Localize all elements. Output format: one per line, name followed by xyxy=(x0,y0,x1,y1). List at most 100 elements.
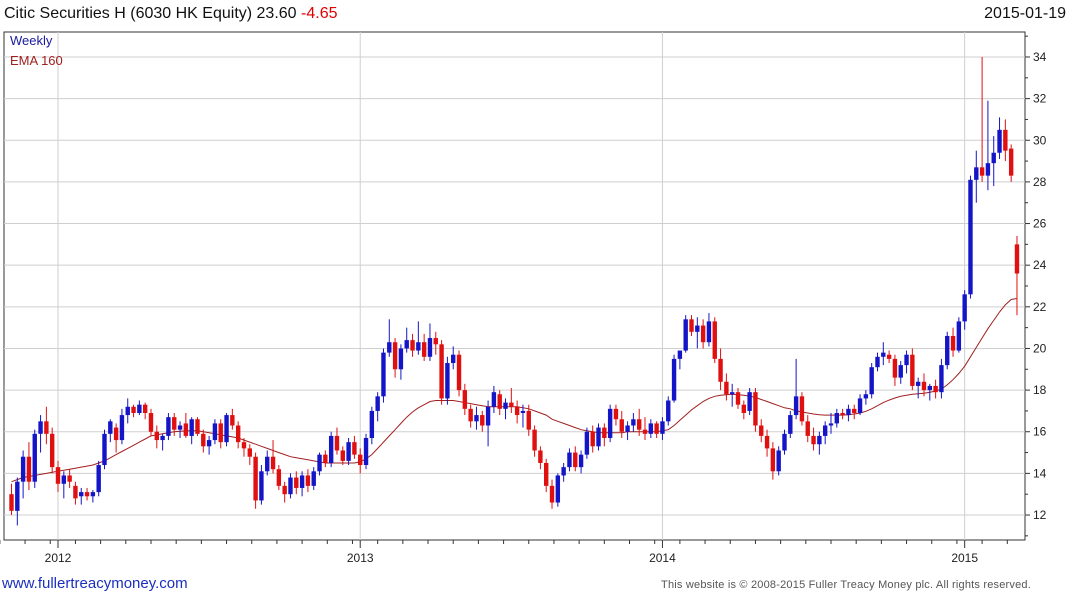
candle-body xyxy=(177,425,183,430)
candle-up xyxy=(968,175,973,299)
candle-body xyxy=(410,340,415,351)
candle-body xyxy=(154,431,159,441)
candle-body xyxy=(416,342,421,351)
candle-body xyxy=(96,465,101,493)
y-tick-label: 12 xyxy=(1033,508,1047,522)
candle-up xyxy=(363,433,369,470)
candle-body xyxy=(753,392,758,426)
y-tick-label: 24 xyxy=(1033,258,1047,272)
candle-body xyxy=(840,413,845,416)
candle-body xyxy=(1003,129,1008,151)
candle-body xyxy=(805,421,810,436)
candle-body xyxy=(869,367,874,395)
candle-body xyxy=(927,385,932,391)
candle-body xyxy=(997,129,1002,153)
candle-body xyxy=(160,435,165,441)
y-tick-label: 34 xyxy=(1033,50,1047,64)
candle-body xyxy=(747,392,752,411)
candle-body xyxy=(706,321,712,343)
candle-body xyxy=(270,456,276,470)
candle-body xyxy=(404,340,409,349)
candle-body xyxy=(305,475,311,486)
candle-body xyxy=(137,404,142,413)
candle-body xyxy=(578,454,584,468)
candle-body xyxy=(520,410,526,413)
candle-body xyxy=(113,427,119,441)
candle-up xyxy=(224,413,229,447)
candle-body xyxy=(456,354,462,391)
candle-body xyxy=(950,335,956,351)
candle-body xyxy=(9,494,14,511)
candle-body xyxy=(276,469,282,486)
candle-body xyxy=(532,429,537,451)
candle-body xyxy=(526,410,531,430)
candle-body xyxy=(962,294,967,322)
candle-body xyxy=(1008,148,1014,176)
candle-body xyxy=(183,423,189,436)
candle-body xyxy=(764,435,770,449)
candle-body xyxy=(61,475,67,484)
candle-body xyxy=(985,163,991,176)
candle-body xyxy=(793,396,799,416)
candle-body xyxy=(991,152,996,164)
candle-body xyxy=(148,413,154,432)
candle-body xyxy=(718,358,723,382)
candle-body xyxy=(846,408,851,416)
legend-ema: EMA 160 xyxy=(10,53,63,68)
candle-body xyxy=(509,402,514,407)
candle-body xyxy=(108,421,113,434)
candle-body xyxy=(875,356,880,368)
candle-body xyxy=(317,454,322,472)
candle-body xyxy=(625,425,630,432)
candle-body xyxy=(892,358,898,378)
candle-body xyxy=(253,456,258,501)
candle-body xyxy=(323,454,328,463)
candle-body xyxy=(439,344,444,399)
candle-body xyxy=(822,425,828,436)
candle-body xyxy=(602,427,607,438)
candle-body xyxy=(956,321,962,351)
price-change: -4.65 xyxy=(301,5,338,22)
y-tick-label: 26 xyxy=(1033,217,1047,231)
candle-up xyxy=(869,363,874,399)
candle-body xyxy=(299,475,305,488)
y-tick-label: 14 xyxy=(1033,466,1047,480)
candle-body xyxy=(84,492,90,497)
candle-body xyxy=(939,365,944,393)
candle-body xyxy=(166,417,171,436)
candle-body xyxy=(363,437,369,466)
x-axis: 2012 2013 2014 2015 xyxy=(0,540,1008,565)
candle-body xyxy=(235,425,241,443)
candle-body xyxy=(340,450,345,461)
candle-body xyxy=(514,406,520,416)
candle-body xyxy=(834,413,840,424)
candle-up xyxy=(328,431,334,468)
candle-body xyxy=(968,179,973,295)
candle-body xyxy=(230,415,235,426)
candle-body xyxy=(201,433,206,447)
candle-up xyxy=(381,348,386,403)
candle-body xyxy=(73,485,78,499)
candle-body xyxy=(677,350,683,359)
x-tick-label: 2015 xyxy=(951,551,978,565)
candle-body xyxy=(26,456,32,482)
candle-body xyxy=(555,475,561,503)
candle-body xyxy=(636,419,642,430)
candle-body xyxy=(584,431,590,455)
candle-body xyxy=(265,456,270,472)
candle-body xyxy=(387,342,392,353)
candle-body xyxy=(857,398,863,413)
candle-down xyxy=(253,452,258,509)
candle-up xyxy=(671,354,677,403)
site-link[interactable]: www.fullertreacymoney.com xyxy=(2,575,188,592)
candle-body xyxy=(788,415,793,434)
candle-down xyxy=(195,417,200,436)
y-tick-label: 28 xyxy=(1033,175,1047,189)
candle-down xyxy=(712,317,717,364)
candle-body xyxy=(445,363,450,399)
candle-body xyxy=(32,433,37,482)
candle-body xyxy=(724,381,729,395)
candle-up xyxy=(776,446,781,476)
candle-body xyxy=(729,392,735,395)
candle-body xyxy=(921,381,927,391)
